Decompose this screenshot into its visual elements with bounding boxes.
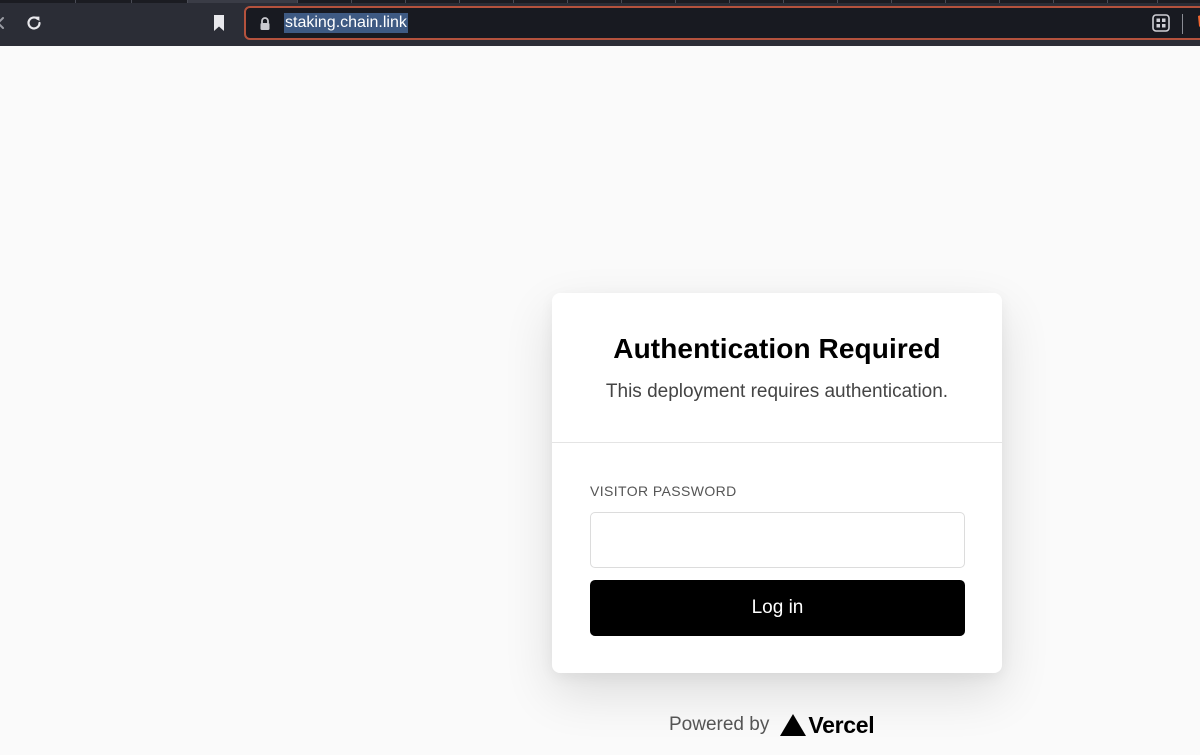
tab[interactable] [730,0,784,3]
page-title: Authentication Required [613,333,941,364]
tab[interactable] [76,0,132,3]
tab[interactable] [1054,0,1108,3]
tab[interactable] [784,0,838,3]
tab[interactable] [568,0,622,3]
tab[interactable] [946,0,1000,3]
tab[interactable] [838,0,892,3]
back-icon[interactable] [0,15,6,31]
tab-active[interactable] [188,0,298,3]
tab[interactable] [132,0,188,3]
tab[interactable] [892,0,946,3]
address-bar[interactable]: staking.chain.link [244,6,1200,40]
tab[interactable] [676,0,730,3]
tab[interactable] [1000,0,1054,3]
vercel-logo-icon [780,714,807,736]
url-text[interactable]: staking.chain.link [284,13,408,33]
auth-card: Authentication Required This deployment … [552,293,1002,673]
reload-icon[interactable] [22,11,46,35]
tab[interactable] [1108,0,1158,3]
browser-toolbar: staking.chain.link [0,0,1200,46]
powered-by[interactable]: Powered by Vercel [669,711,875,739]
brave-shield-icon[interactable] [1196,13,1200,33]
auth-card-header: Authentication Required This deployment … [552,293,1002,443]
qr-code-icon[interactable] [1152,14,1170,32]
page-subtitle: This deployment requires authentication. [605,381,949,402]
password-input[interactable] [590,512,965,568]
powered-by-label: Powered by [669,714,770,735]
vercel-logo[interactable]: Vercel [779,711,875,739]
bookmark-icon[interactable] [208,12,230,34]
tab[interactable] [460,0,514,3]
tab[interactable] [406,0,460,3]
tab-strip [0,0,1200,3]
tab[interactable] [352,0,406,3]
password-label: VISITOR PASSWORD [590,483,737,499]
tab[interactable] [622,0,676,3]
tab[interactable] [514,0,568,3]
vercel-wordmark: Vercel [808,711,875,738]
address-bar-divider [1182,14,1183,34]
tab[interactable] [0,0,76,3]
tab[interactable] [298,0,352,3]
login-button[interactable]: Log in [590,580,965,636]
lock-icon [258,16,272,32]
